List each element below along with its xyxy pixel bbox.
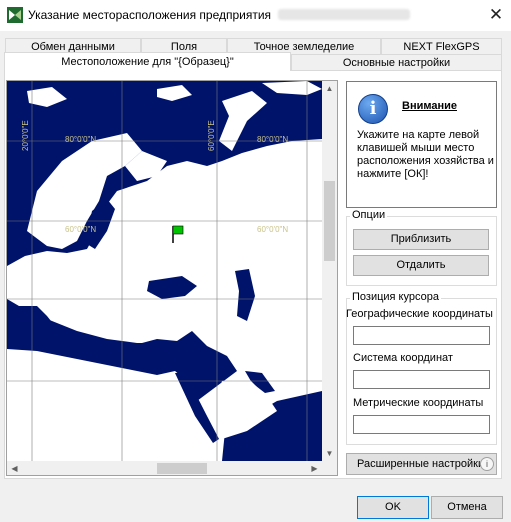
info-icon: i (358, 94, 388, 124)
close-icon[interactable]: ✕ (484, 4, 508, 26)
warning-text: Укажите на карте левой клавишей мыши мес… (357, 129, 494, 180)
tab-label: Местоположение для "{Образец}" (61, 56, 234, 68)
tab-label: Основные настройки (342, 57, 451, 69)
scroll-up-icon[interactable]: ▲ (322, 81, 337, 96)
scroll-corner (322, 461, 337, 475)
app-logo-icon (7, 7, 23, 23)
lat-label: 80°0'0"N (257, 135, 289, 144)
lon-label: 20°0'0"E (21, 120, 30, 151)
tab-basic-settings[interactable]: Основные настройки (291, 54, 502, 70)
coordinate-system-label: Система координат (353, 352, 453, 364)
coordinate-system-field[interactable] (353, 370, 490, 389)
warning-box: i Внимание Укажите на карте левой клавиш… (346, 81, 497, 208)
lon-label: 60°0'0"E (207, 120, 216, 151)
vertical-scroll-thumb[interactable] (324, 181, 335, 261)
tab-next-flexgps[interactable]: NEXT FlexGPS (381, 38, 502, 54)
lat-label: 60°0'0"N (65, 225, 97, 234)
scroll-down-icon[interactable]: ▼ (322, 446, 337, 461)
geo-coordinates-field[interactable] (353, 326, 490, 345)
info-icon: i (480, 457, 494, 471)
ok-button[interactable]: OK (357, 496, 429, 519)
zoom-in-button[interactable]: Приблизить (353, 229, 489, 250)
lat-label: 80°0'0"N (65, 135, 97, 144)
map-vertical-scrollbar[interactable]: ▲ ▼ (322, 81, 337, 461)
map-horizontal-scrollbar[interactable]: ◀ ▶ (7, 461, 322, 475)
advanced-settings-label: Расширенные настройки (357, 458, 485, 470)
location-marker (172, 225, 184, 235)
metric-coordinates-field[interactable] (353, 415, 490, 434)
metric-coordinates-label: Метрические координаты (353, 397, 484, 409)
scroll-right-icon[interactable]: ▶ (307, 461, 322, 475)
horizontal-scroll-thumb[interactable] (157, 463, 207, 474)
tab-location[interactable]: Местоположение для "{Образец}" (4, 52, 291, 71)
tab-label: NEXT FlexGPS (403, 41, 480, 53)
zoom-out-button[interactable]: Отдалить (353, 255, 489, 276)
geo-coordinates-label: Географические координаты (346, 308, 493, 320)
cancel-button[interactable]: Отмена (431, 496, 503, 519)
window-title: Указание месторасположения предприятия (28, 8, 272, 22)
scroll-left-icon[interactable]: ◀ (7, 461, 22, 475)
title-redacted (278, 9, 410, 20)
warning-title: Внимание (402, 100, 457, 112)
lat-label: 60°0'0"N (257, 225, 289, 234)
title-bar: Указание месторасположения предприятия ✕ (0, 0, 511, 31)
options-group-label: Опции (350, 209, 388, 221)
advanced-settings-button[interactable]: Расширенные настройки i (346, 453, 497, 475)
cursor-position-label: Позиция курсора (350, 291, 441, 303)
map-view[interactable]: 80°0'0"N 80°0'0"N 60°0'0"N 60°0'0"N 20°0… (6, 80, 338, 476)
